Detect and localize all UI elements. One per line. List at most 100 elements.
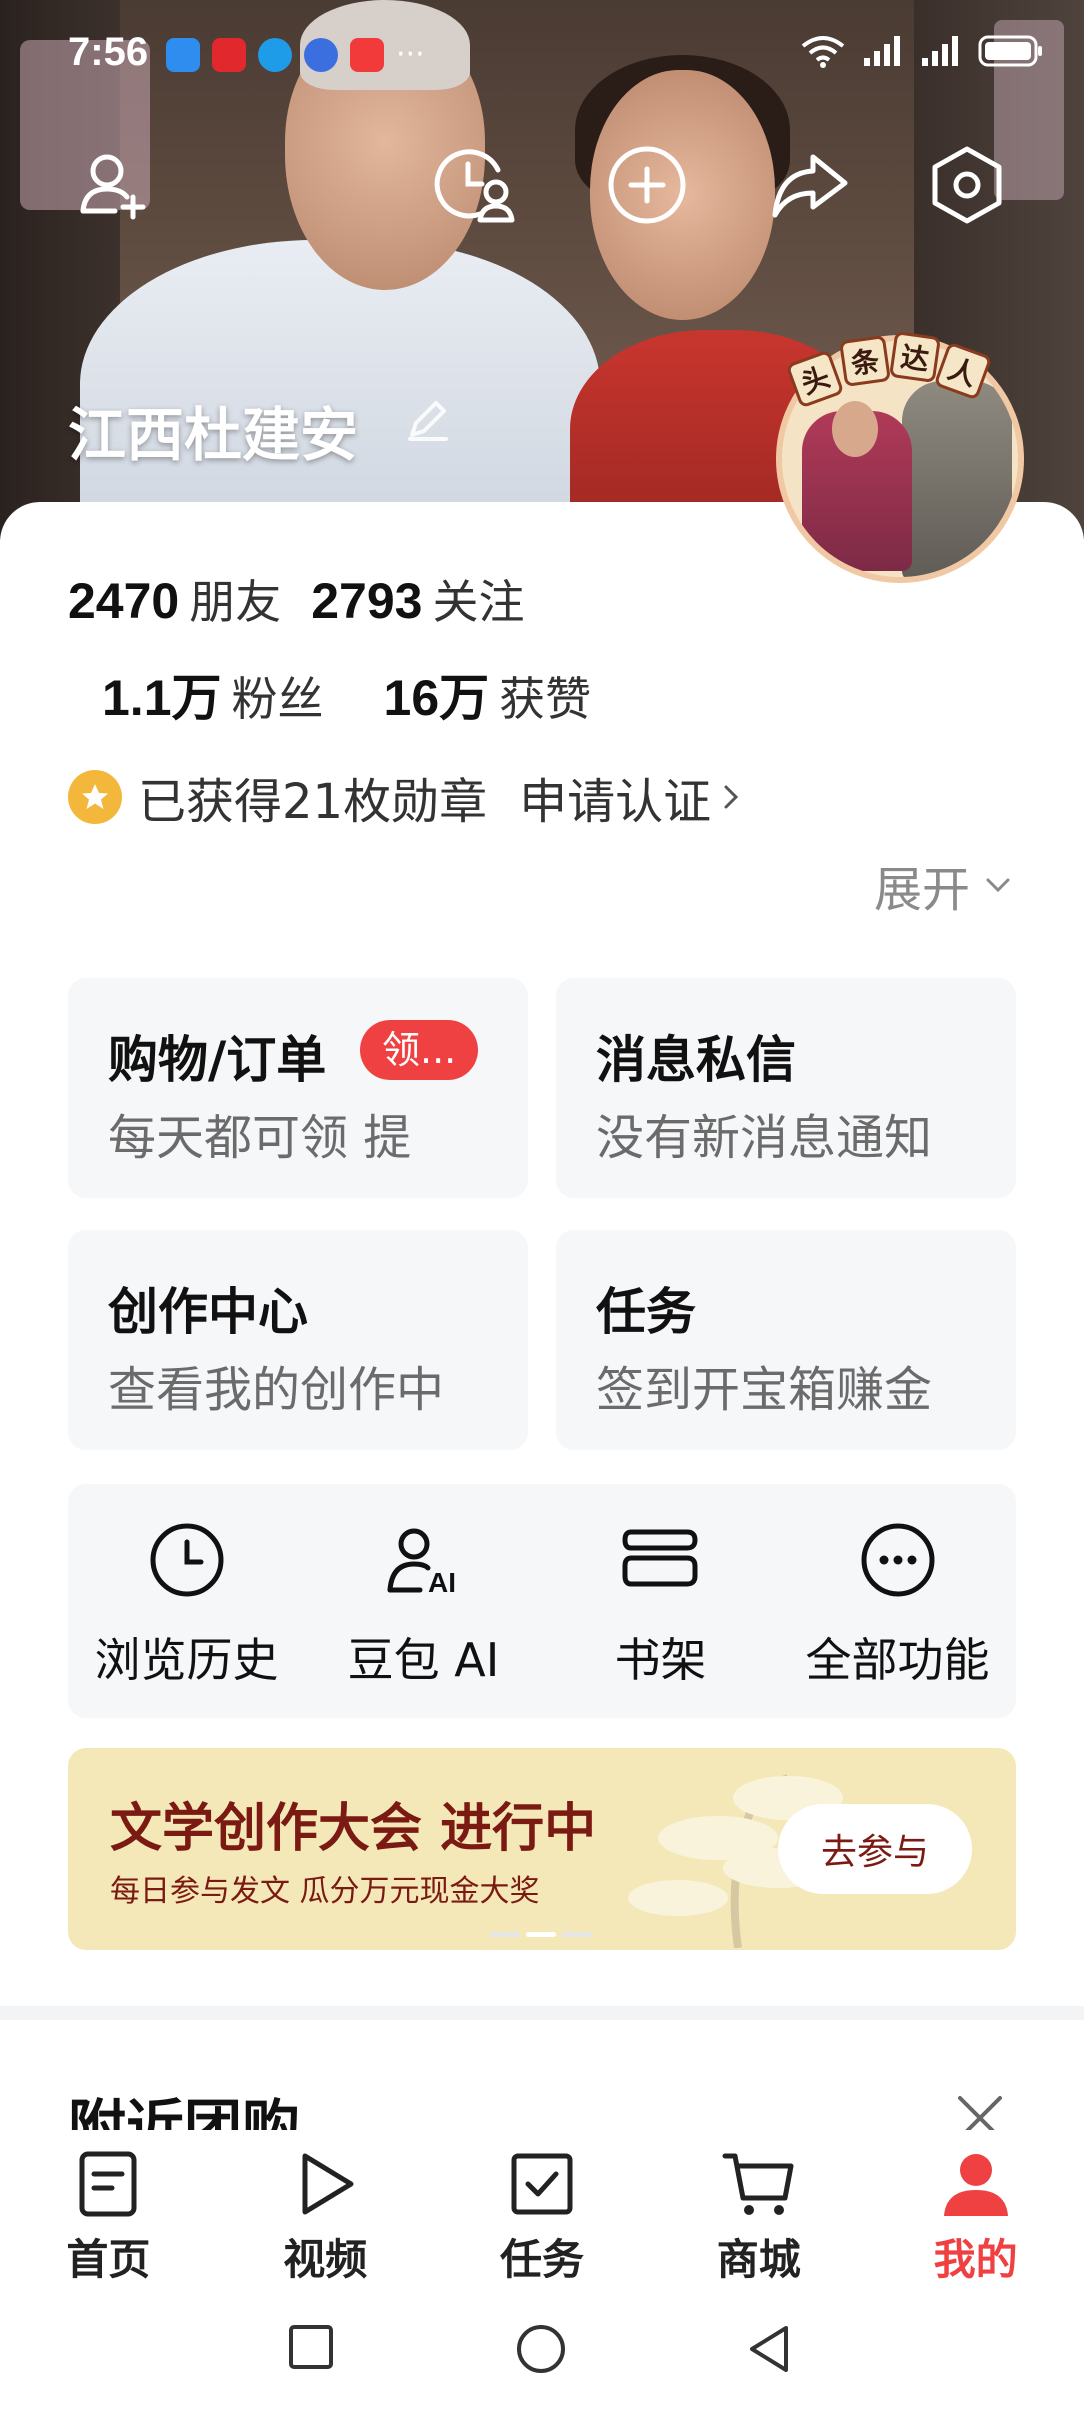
message-app-icon (166, 38, 200, 72)
play-icon (302, 2153, 354, 2215)
edit-name-button[interactable] (402, 395, 452, 449)
badge-char: 头 (785, 349, 845, 409)
share-icon (772, 154, 848, 218)
following-label: 关注 (432, 575, 525, 629)
profile-name: 江西杜建安 (68, 401, 359, 469)
promo-subtitle: 每日参与发文 瓜分万元现金大奖 (110, 1874, 540, 1909)
battery-icon (978, 35, 1042, 67)
bookshelf-button[interactable]: 书架 (542, 1484, 779, 1718)
section-divider (0, 2006, 1084, 2020)
quick-label: 书架 (614, 1633, 707, 1687)
nav-mine[interactable]: 我的 (867, 2130, 1084, 2290)
expand-button[interactable]: 展开 (874, 850, 1018, 920)
friends-count: 2470 (68, 573, 180, 629)
tile-title: 任务 (596, 1283, 696, 1341)
notification-icons: ··· (166, 38, 425, 72)
home-icon (79, 2151, 137, 2217)
messages-tile[interactable]: 消息私信 没有新消息通知 (556, 978, 1016, 1198)
publish-button[interactable] (602, 140, 692, 230)
nav-home[interactable]: 首页 (0, 2130, 217, 2290)
history-button[interactable]: 浏览历史 (68, 1484, 305, 1718)
square-icon (289, 2325, 333, 2369)
badge-char: 条 (839, 335, 891, 387)
tile-title: 创作中心 (108, 1283, 308, 1341)
nav-label: 首页 (66, 2235, 151, 2284)
status-bar: 7:56 ··· (0, 0, 1084, 110)
settings-button[interactable] (922, 140, 1012, 230)
close-section-button[interactable] (954, 2096, 1006, 2140)
home-system-button[interactable] (514, 2322, 568, 2380)
medal-row: 已获得21枚勋章 申请认证 (68, 762, 745, 832)
browser-app-icon (258, 38, 292, 72)
back-button[interactable] (744, 2322, 794, 2380)
followers-stat[interactable]: 1.1万 粉丝 (102, 658, 324, 730)
more-icon (861, 1523, 934, 1597)
badge-char: 达 (889, 331, 941, 383)
medals-link[interactable]: 已获得21枚勋章 (138, 762, 487, 832)
following-stat[interactable]: 2793 关注 (311, 566, 524, 632)
quick-label: 浏览历史 (94, 1633, 279, 1687)
verify-link[interactable]: 申请认证 (519, 762, 745, 832)
task-icon (511, 2153, 573, 2215)
add-user-icon (80, 154, 146, 220)
doubao-ai-button[interactable]: AI 豆包 AI (305, 1484, 542, 1718)
add-friend-button[interactable] (70, 140, 160, 230)
tasks-tile[interactable]: 任务 签到开宝箱赚金 (556, 1230, 1016, 1450)
bookshelf-icon (621, 1529, 698, 1587)
recents-button[interactable] (286, 2322, 336, 2376)
all-features-button[interactable]: 全部功能 (779, 1484, 1016, 1718)
carousel-indicator (490, 1932, 592, 1937)
star-medal-icon (68, 770, 122, 824)
system-icons (800, 34, 1044, 68)
quick-actions: 浏览历史 AI 豆包 AI 书架 全部功能 (68, 1484, 1016, 1718)
svg-text:AI: AI (428, 1567, 456, 1598)
system-navigation-bar (0, 2290, 1084, 2412)
nav-mall[interactable]: 商城 (650, 2130, 867, 2290)
followers-label: 粉丝 (231, 672, 324, 726)
stats-row-2: 1.1万 粉丝 16万 获赞 (102, 658, 591, 730)
badge-char: 人 (933, 341, 993, 401)
chevron-down-icon (986, 878, 1010, 893)
tile-subtitle: 签到开宝箱赚金 (596, 1362, 933, 1418)
join-button[interactable]: 去参与 (778, 1804, 972, 1894)
carousel-dot (490, 1932, 520, 1937)
avatar-photo (902, 381, 1012, 577)
visitors-button[interactable] (428, 140, 518, 230)
promo-banner[interactable]: 文学创作大会 进行中 每日参与发文 瓜分万元现金大奖 去参与 (68, 1748, 1016, 1950)
signal-icon (864, 36, 900, 66)
settings-icon (932, 146, 1002, 224)
clock-icon (150, 1523, 223, 1597)
video-app-icon (350, 38, 384, 72)
avatar-photo (832, 401, 878, 457)
nav-tasks[interactable]: 任务 (434, 2130, 651, 2290)
nav-label: 我的 (933, 2235, 1018, 2284)
friends-stat[interactable]: 2470 朋友 (68, 566, 281, 632)
circle-icon (517, 2325, 565, 2373)
likes-stat[interactable]: 16万 获赞 (384, 658, 592, 730)
globe-app-icon (304, 38, 338, 72)
status-time: 7:56 (68, 30, 149, 74)
plus-circle-icon (608, 146, 686, 224)
visitor-history-icon (434, 149, 515, 223)
bottom-nav: 首页 视频 任务 商城 我的 (0, 2130, 1084, 2290)
nav-video[interactable]: 视频 (217, 2130, 434, 2290)
coupon-badge: 领... (360, 1020, 479, 1080)
nav-label: 视频 (283, 2235, 368, 2284)
chevron-right-icon (724, 785, 739, 809)
tile-subtitle: 查看我的创作中 (108, 1362, 445, 1418)
creator-center-tile[interactable]: 创作中心 查看我的创作中 (68, 1230, 528, 1450)
tile-subtitle: 每天都可领 提 (108, 1110, 412, 1166)
shopping-orders-tile[interactable]: 购物/订单 领... 每天都可领 提 (68, 978, 528, 1198)
following-count: 2793 (311, 573, 423, 629)
signal-icon (922, 36, 958, 66)
profile-icon (943, 2154, 1008, 2216)
share-button[interactable] (764, 140, 854, 230)
nav-label: 商城 (716, 2235, 801, 2284)
section-title: 附近团购 (68, 2093, 301, 2136)
quick-label: 全部功能 (805, 1633, 990, 1687)
tile-subtitle: 没有新消息通知 (596, 1110, 933, 1166)
stats-row-1: 2470 朋友 2793 关注 (68, 566, 524, 632)
cart-icon (722, 2153, 794, 2215)
tile-title: 购物/订单 (108, 1031, 327, 1089)
quick-label: 豆包 AI (347, 1633, 500, 1687)
